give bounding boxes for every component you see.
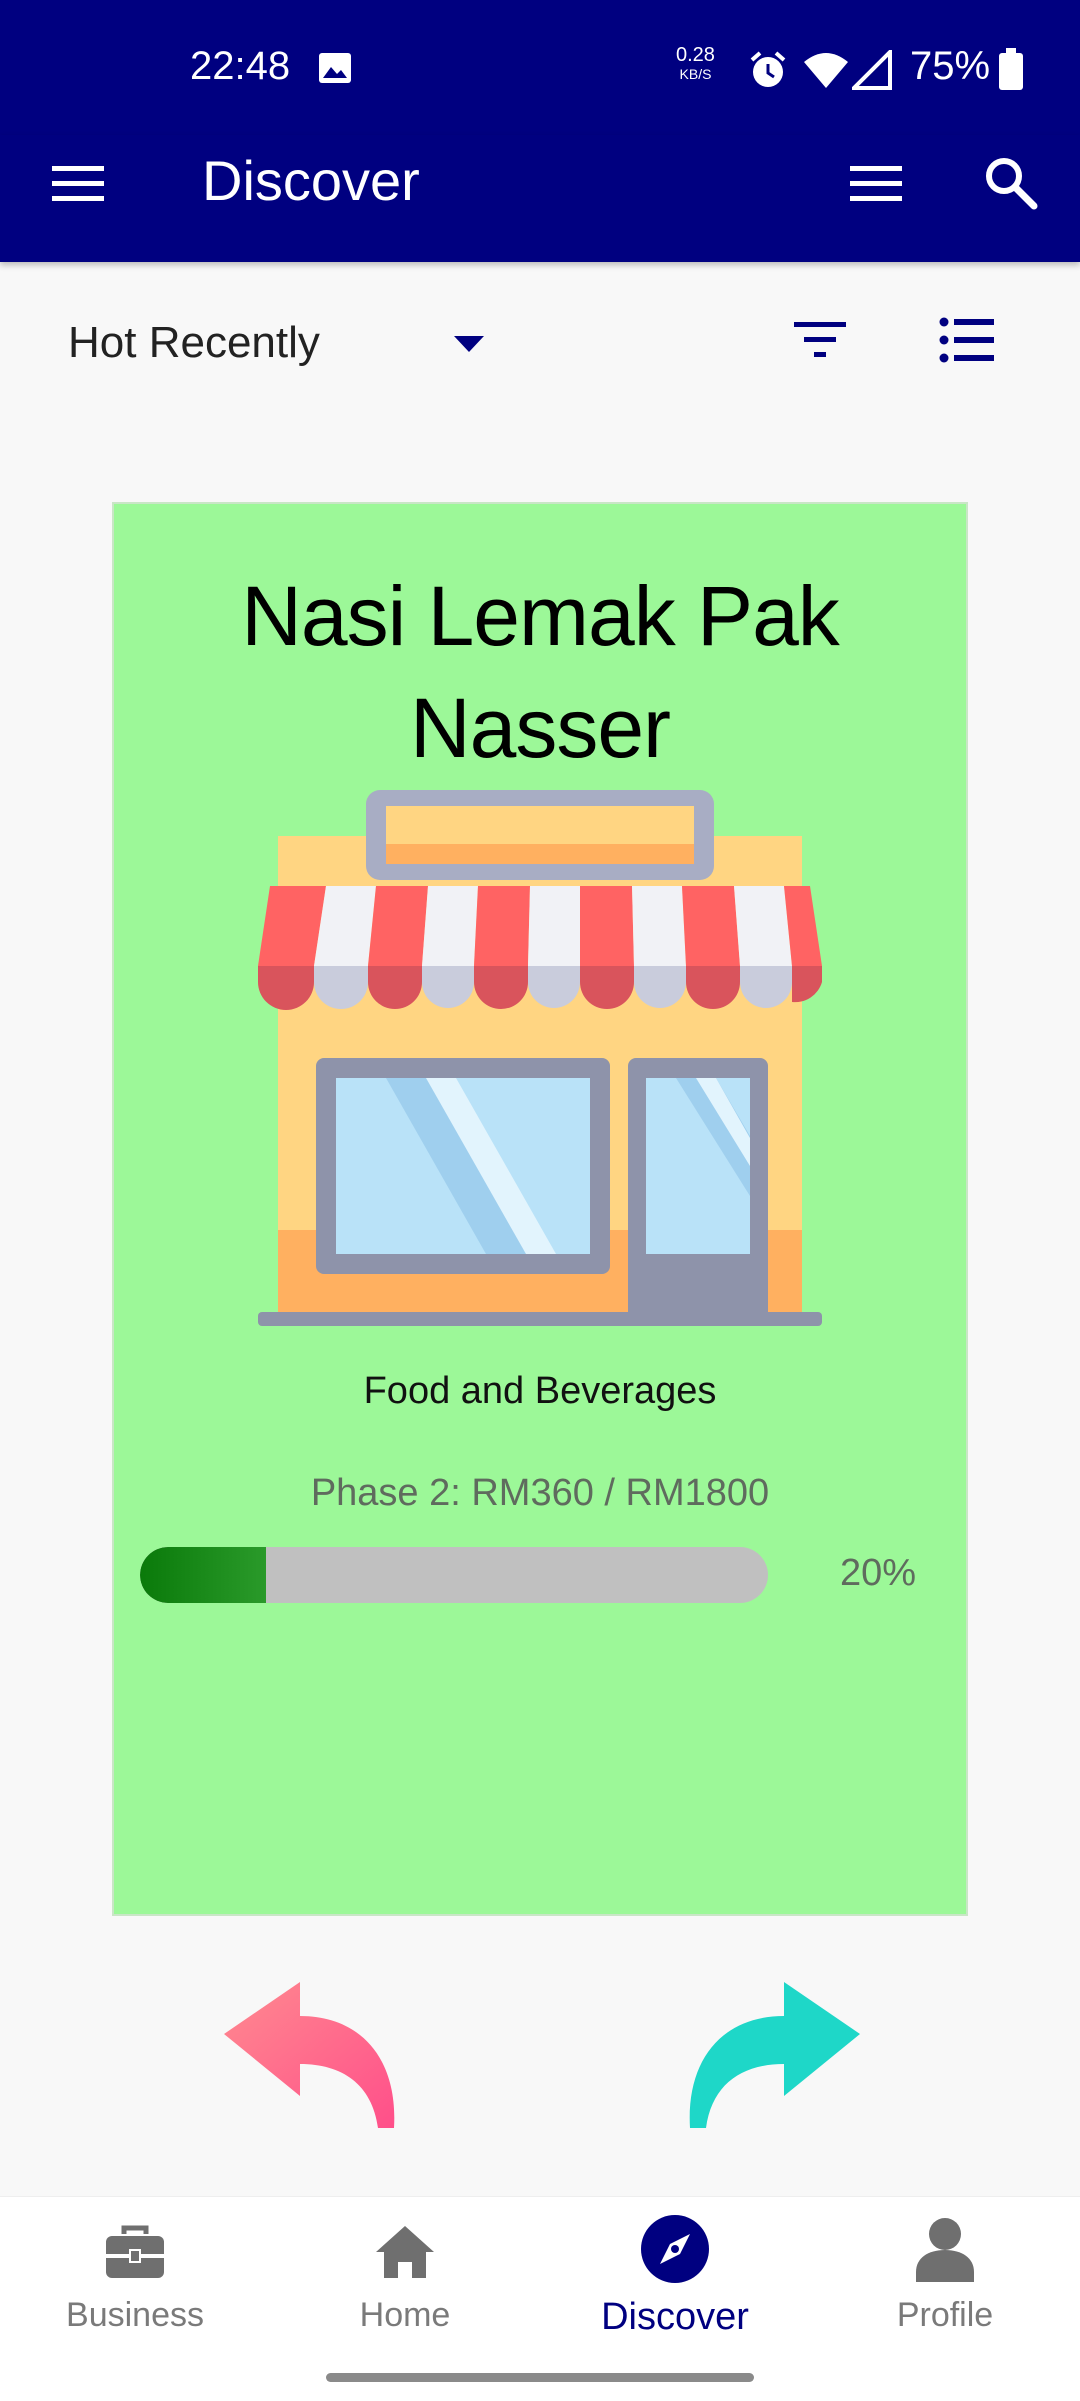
filter-icon[interactable] xyxy=(792,318,852,362)
status-time: 22:48 xyxy=(190,44,291,88)
home-indicator[interactable] xyxy=(326,2373,754,2382)
battery-percent: 75% xyxy=(910,44,991,88)
business-name: Nasi Lemak Pak Nasser xyxy=(112,560,968,784)
gallery-notification-icon xyxy=(319,53,351,83)
dropdown-arrow-icon xyxy=(454,336,484,352)
storefront-icon xyxy=(258,790,822,1326)
nav-item-discover[interactable]: Discover xyxy=(540,2196,810,2346)
menu-icon[interactable] xyxy=(50,162,106,206)
battery-icon xyxy=(999,48,1023,90)
nav-item-profile[interactable]: Profile xyxy=(810,2196,1080,2346)
nav-label-business: Business xyxy=(66,2296,204,2334)
net-speed-unit: KB/S xyxy=(679,66,712,82)
nav-label-discover: Discover xyxy=(601,2296,749,2338)
business-category: Food and Beverages xyxy=(363,1370,717,1412)
funding-progress-fill xyxy=(140,1547,266,1603)
briefcase-icon xyxy=(106,2225,164,2278)
search-icon[interactable] xyxy=(982,154,1038,210)
page-title: Discover xyxy=(202,149,420,212)
person-icon xyxy=(916,2218,974,2282)
list-view-icon[interactable] xyxy=(938,314,998,366)
funding-phase: Phase 2: RM360 / RM1800 xyxy=(310,1472,770,1514)
funding-percent: 20% xyxy=(840,1552,917,1594)
list-menu-icon[interactable] xyxy=(848,162,904,206)
nav-label-profile: Profile xyxy=(896,2296,994,2334)
funding-progress-bar xyxy=(140,1547,768,1603)
sort-selected-label: Hot Recently xyxy=(68,318,320,367)
swipe-forward-icon[interactable] xyxy=(684,1980,862,2132)
sort-dropdown[interactable]: Hot Recently xyxy=(60,300,500,390)
compass-icon xyxy=(641,2215,709,2283)
nav-item-business[interactable]: Business xyxy=(0,2196,270,2346)
business-name-line: Nasser xyxy=(409,681,671,775)
business-name-line: Nasi Lemak Pak xyxy=(241,569,840,663)
app-bar xyxy=(0,135,1080,262)
nav-item-home[interactable]: Home xyxy=(270,2196,540,2346)
wifi-icon xyxy=(804,53,848,88)
alarm-icon xyxy=(750,51,786,87)
net-speed: 0.28 KB/S xyxy=(676,44,715,84)
net-speed-value: 0.28 xyxy=(676,44,715,66)
home-icon xyxy=(376,2226,434,2278)
swipe-back-icon[interactable] xyxy=(222,1980,400,2132)
nav-label-home: Home xyxy=(359,2296,451,2334)
cellular-signal-icon xyxy=(852,50,892,90)
